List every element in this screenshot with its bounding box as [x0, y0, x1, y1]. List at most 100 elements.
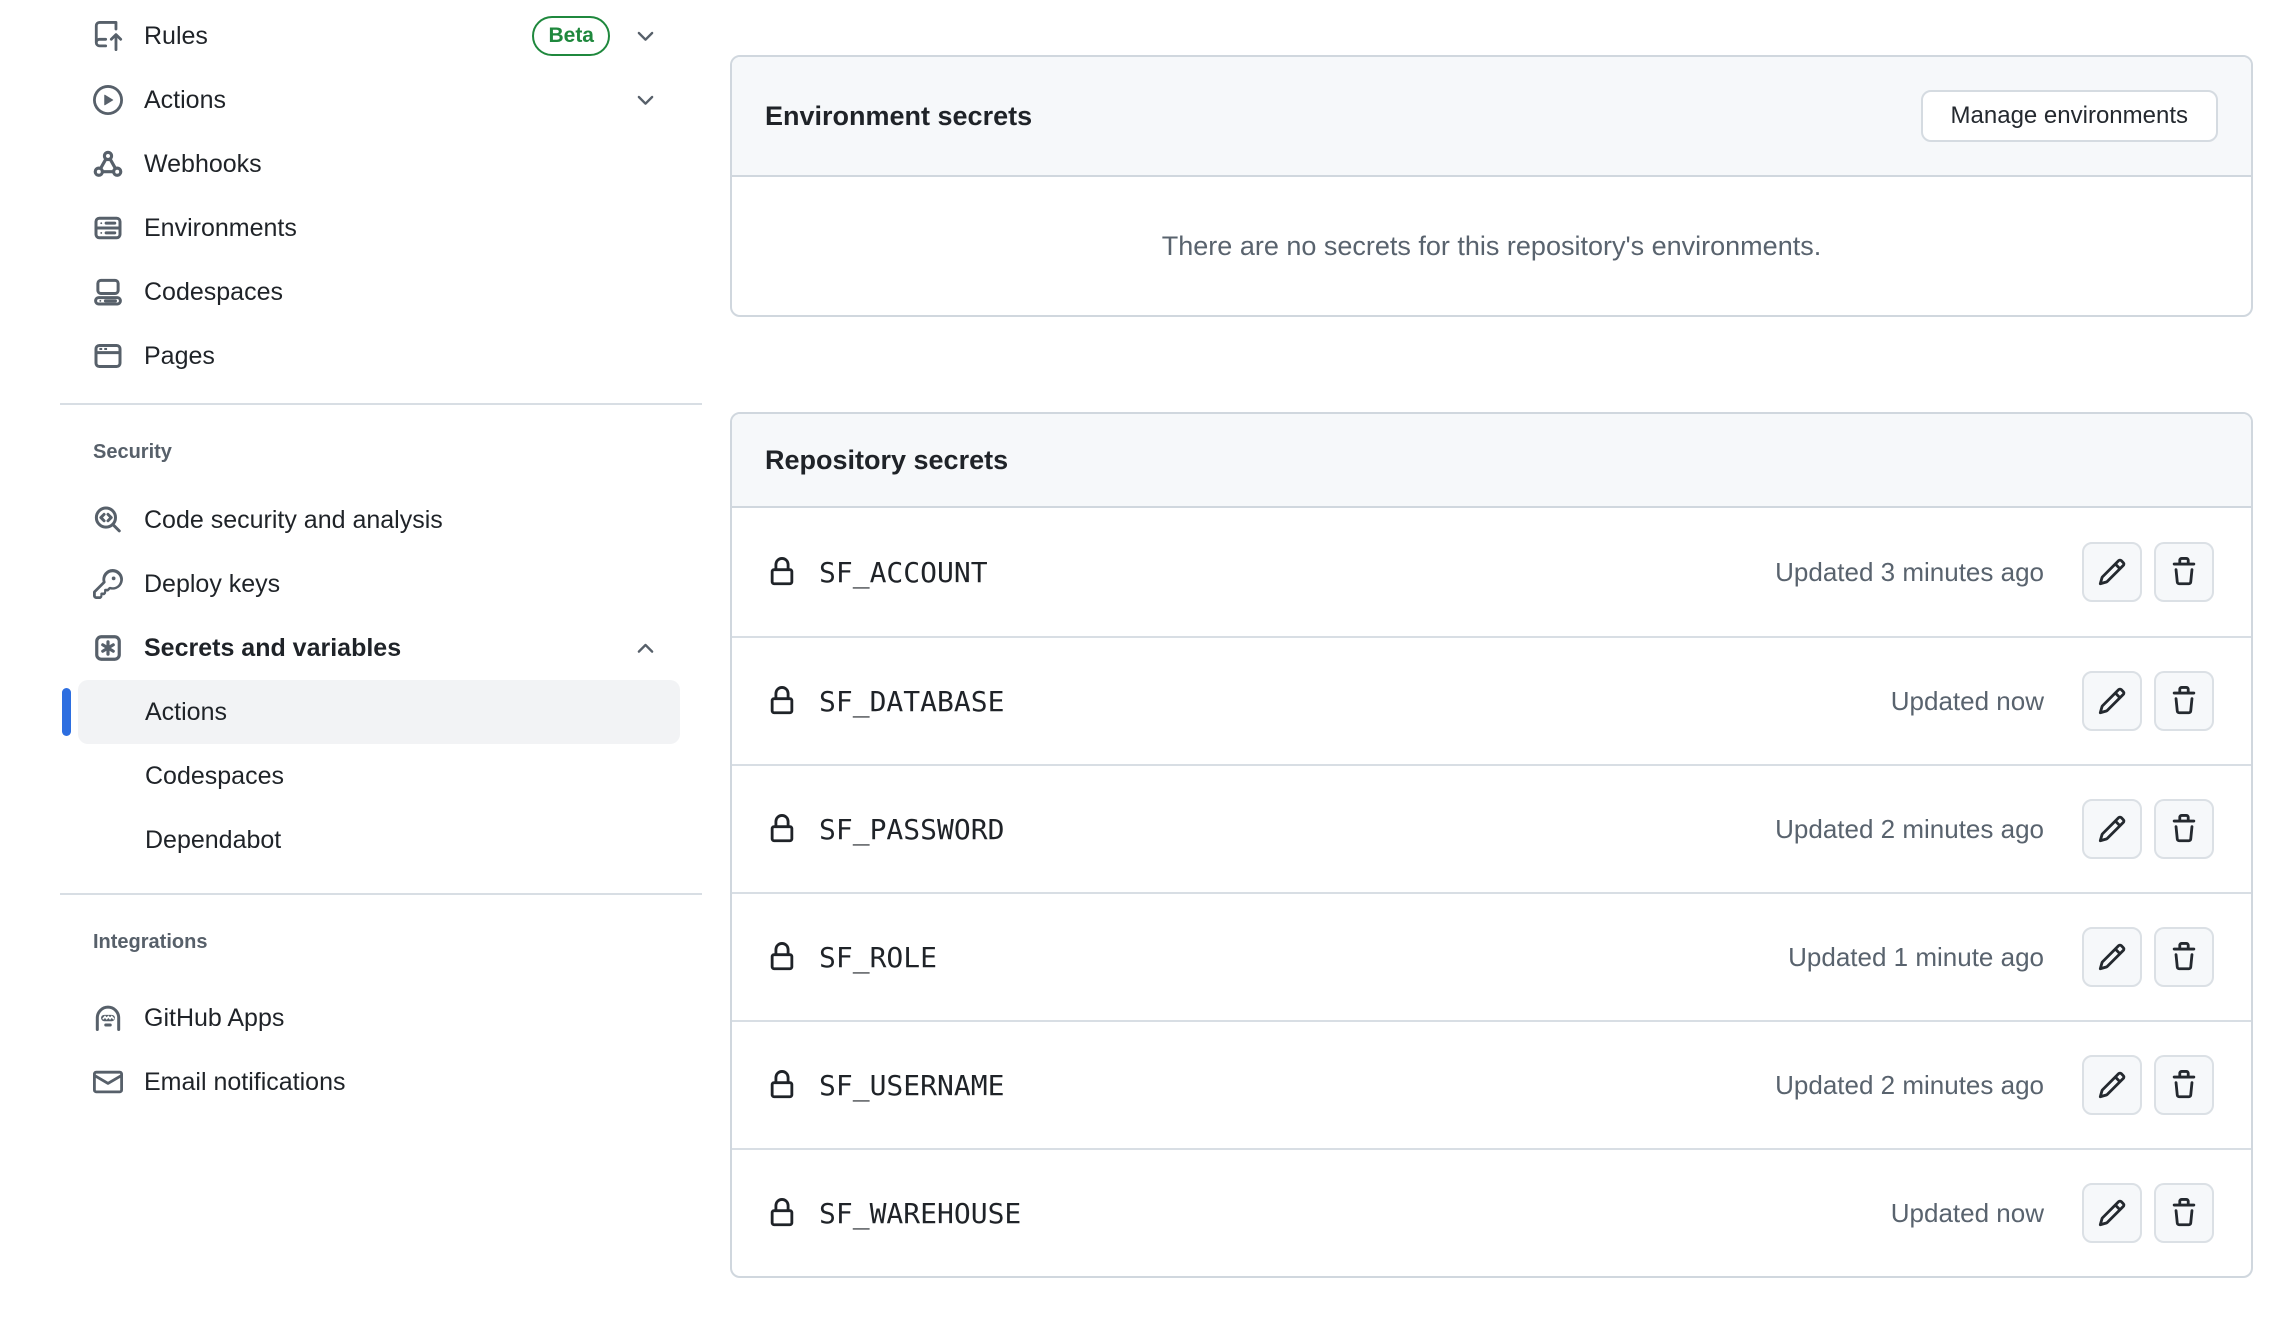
edit-secret-button[interactable] [2082, 1183, 2142, 1243]
sidebar-nav: Rules Beta Actions [60, 0, 702, 388]
codespaces-icon [93, 277, 123, 307]
pencil-icon [2097, 557, 2127, 587]
pencil-icon [2097, 1198, 2127, 1228]
repository-secrets-header: Repository secrets [732, 414, 2251, 508]
repository-secrets-card: Repository secrets SF_ACCOUNT Updated 3 … [730, 412, 2253, 1278]
mail-icon [93, 1067, 123, 1097]
sidebar-subitem-dependabot[interactable]: Dependabot [60, 808, 702, 872]
lock-icon [767, 557, 797, 587]
sidebar-item-codespaces[interactable]: Codespaces [60, 260, 702, 324]
server-icon [93, 213, 123, 243]
sidebar-item-deploy-keys[interactable]: Deploy keys [60, 552, 702, 616]
lock-icon [767, 1070, 797, 1100]
chevron-up-icon [633, 636, 658, 661]
delete-secret-button[interactable] [2154, 542, 2214, 602]
sidebar-item-email-notifications[interactable]: Email notifications [60, 1050, 702, 1114]
sidebar-item-label: Webhooks [144, 150, 262, 179]
integrations-section-items: GitHub Apps Email notifications [60, 986, 702, 1114]
lock-icon [767, 686, 797, 716]
secret-name: SF_ACCOUNT [819, 556, 988, 589]
delete-secret-button[interactable] [2154, 927, 2214, 987]
edit-secret-button[interactable] [2082, 927, 2142, 987]
secret-updated: Updated 2 minutes ago [1775, 1070, 2044, 1101]
sidebar-item-code-security[interactable]: Code security and analysis [60, 488, 702, 552]
lock-icon [767, 1198, 797, 1228]
sidebar-item-webhooks[interactable]: Webhooks [60, 132, 702, 196]
trash-icon [2169, 1070, 2199, 1100]
sidebar-section-security-title: Security [93, 441, 702, 464]
settings-sidebar: Rules Beta Actions [60, 0, 702, 1114]
sidebar-item-label: Code security and analysis [144, 506, 443, 535]
pencil-icon [2097, 1070, 2127, 1100]
security-section-items: Code security and analysis Deploy keys S… [60, 488, 702, 872]
lock-icon [767, 814, 797, 844]
key-icon [93, 569, 123, 599]
environment-secrets-empty-message: There are no secrets for this repository… [732, 177, 2251, 315]
sidebar-item-label: Deploy keys [144, 570, 280, 599]
sidebar-subitem-label: Dependabot [145, 826, 281, 855]
sidebar-item-secrets-and-variables[interactable]: Secrets and variables [60, 616, 702, 680]
delete-secret-button[interactable] [2154, 1055, 2214, 1115]
browser-icon [93, 341, 123, 371]
chevron-down-icon [633, 88, 658, 113]
secret-updated: Updated now [1891, 686, 2044, 717]
sidebar-subitem-label: Codespaces [145, 762, 284, 791]
sidebar-item-label: Actions [144, 86, 226, 115]
sidebar-subitem-codespaces[interactable]: Codespaces [60, 744, 702, 808]
secret-updated: Updated 3 minutes ago [1775, 557, 2044, 588]
codescan-icon [93, 505, 123, 535]
repository-secrets-title: Repository secrets [765, 445, 1008, 476]
sidebar-subitem-label: Actions [145, 698, 227, 727]
secret-row: SF_ROLE Updated 1 minute ago [732, 892, 2251, 1020]
edit-secret-button[interactable] [2082, 1055, 2142, 1115]
secret-name: SF_ROLE [819, 941, 937, 974]
sidebar-item-label: Environments [144, 214, 297, 243]
secret-updated: Updated 1 minute ago [1788, 942, 2044, 973]
pencil-icon [2097, 814, 2127, 844]
sidebar-divider [60, 403, 702, 405]
environment-secrets-card: Environment secrets Manage environments … [730, 55, 2253, 317]
repo-push-icon [93, 21, 123, 51]
hubot-icon [93, 1003, 123, 1033]
secret-row: SF_PASSWORD Updated 2 minutes ago [732, 764, 2251, 892]
delete-secret-button[interactable] [2154, 671, 2214, 731]
manage-environments-button[interactable]: Manage environments [1921, 90, 2218, 142]
sidebar-divider [60, 893, 702, 895]
sidebar-section-integrations-title: Integrations [93, 931, 702, 954]
secret-name: SF_WAREHOUSE [819, 1197, 1021, 1230]
sidebar-item-actions[interactable]: Actions [60, 68, 702, 132]
sidebar-item-environments[interactable]: Environments [60, 196, 702, 260]
sidebar-item-label: Rules [144, 22, 208, 51]
sidebar-item-label: Codespaces [144, 278, 283, 307]
secret-name: SF_DATABASE [819, 685, 1004, 718]
secret-row: SF_USERNAME Updated 2 minutes ago [732, 1020, 2251, 1148]
trash-icon [2169, 942, 2199, 972]
trash-icon [2169, 557, 2199, 587]
edit-secret-button[interactable] [2082, 542, 2142, 602]
edit-secret-button[interactable] [2082, 671, 2142, 731]
pencil-icon [2097, 686, 2127, 716]
secret-name: SF_USERNAME [819, 1069, 1004, 1102]
lock-icon [767, 942, 797, 972]
sidebar-item-label: GitHub Apps [144, 1004, 284, 1033]
sidebar-item-label: Secrets and variables [144, 634, 401, 663]
sidebar-item-github-apps[interactable]: GitHub Apps [60, 986, 702, 1050]
trash-icon [2169, 814, 2199, 844]
secret-updated: Updated 2 minutes ago [1775, 814, 2044, 845]
pencil-icon [2097, 942, 2127, 972]
chevron-down-icon [633, 24, 658, 49]
secret-row: SF_ACCOUNT Updated 3 minutes ago [732, 508, 2251, 636]
edit-secret-button[interactable] [2082, 799, 2142, 859]
key-asterisk-icon [93, 633, 123, 663]
sidebar-item-rules[interactable]: Rules Beta [60, 4, 702, 68]
sidebar-item-pages[interactable]: Pages [60, 324, 702, 388]
secret-row: SF_WAREHOUSE Updated now [732, 1148, 2251, 1276]
delete-secret-button[interactable] [2154, 799, 2214, 859]
trash-icon [2169, 686, 2199, 716]
beta-badge: Beta [532, 16, 610, 56]
webhook-icon [93, 149, 123, 179]
delete-secret-button[interactable] [2154, 1183, 2214, 1243]
sidebar-item-label: Email notifications [144, 1068, 345, 1097]
environment-secrets-title: Environment secrets [765, 101, 1032, 132]
sidebar-subitem-actions[interactable]: Actions [60, 680, 702, 744]
